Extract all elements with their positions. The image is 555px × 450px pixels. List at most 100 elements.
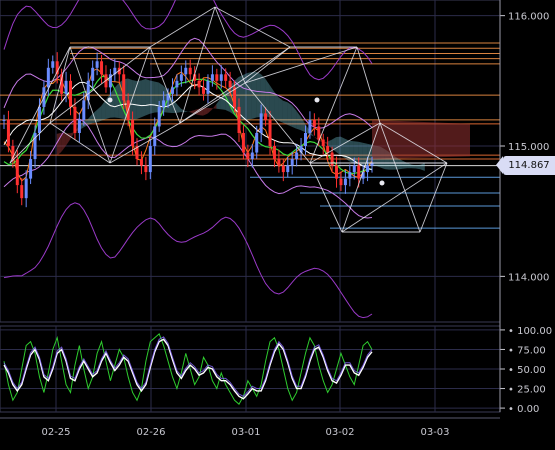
candle-body [348, 172, 352, 179]
cloud-segment [407, 162, 412, 169]
pattern-line [9, 122, 51, 164]
candle-body [272, 146, 276, 160]
pattern-line [214, 6, 291, 48]
ichimoku-cloud [56, 72, 470, 172]
candle-body [139, 159, 143, 166]
candle-body [335, 165, 339, 179]
pattern-dot [379, 180, 385, 186]
candle-body [206, 80, 210, 94]
candle-body [215, 74, 219, 81]
candle-body [228, 80, 232, 88]
pattern-dot [107, 97, 113, 103]
candle-body [219, 74, 223, 81]
cloud-segment [402, 160, 408, 169]
pattern-line [244, 46, 291, 84]
y-tick-label: • 75.00 [508, 345, 546, 356]
cloud-segment [176, 103, 181, 113]
cloud-segment [282, 100, 288, 125]
current-price-label: 114.867 [496, 156, 555, 175]
candle-body [51, 61, 55, 68]
candle-body [64, 80, 68, 94]
candle-body [290, 159, 294, 166]
candle-body [277, 159, 281, 166]
candle-body [179, 74, 183, 81]
candle-body [184, 67, 188, 75]
x-tick-label: 02-25 [41, 427, 70, 438]
cloud-segment [61, 132, 66, 153]
candle-body [312, 119, 316, 127]
y-tick-label: 114.000 [508, 272, 549, 283]
candle-body [366, 165, 370, 173]
cloud-segment [340, 136, 345, 159]
cloud-segment [291, 105, 297, 129]
cloud-segment [185, 111, 190, 113]
candle-body [241, 132, 245, 153]
cloud-segment [114, 83, 119, 119]
moving-average-orange [3, 68, 373, 182]
candle-body [95, 61, 99, 68]
candle-body [295, 152, 299, 160]
cloud-segment [278, 97, 283, 123]
candle-body [46, 67, 50, 88]
y-tick-label: 115.000 [508, 142, 549, 153]
cloud-segment [372, 119, 470, 160]
y-tick-label: • 25.00 [508, 385, 546, 396]
candle-body [15, 159, 19, 186]
pattern-line [179, 6, 216, 124]
cloud-segment [211, 104, 217, 110]
candle-body [250, 152, 254, 160]
y-tick-label: • 100.00 [508, 326, 552, 337]
candle-body [122, 74, 126, 101]
cloud-segment [203, 107, 208, 116]
candle-body [268, 119, 272, 147]
bollinger-upper [3, 37, 373, 129]
candle-body [237, 106, 241, 133]
cloud-segment [296, 110, 301, 131]
cloud-segment [141, 79, 146, 118]
pattern-line [419, 162, 448, 233]
candle-body [326, 146, 330, 153]
candle-body [29, 159, 33, 179]
candle-body [343, 178, 347, 186]
candle-body [197, 80, 201, 88]
cloud-segment [136, 80, 142, 120]
candle-body [77, 119, 81, 133]
candle-body [308, 119, 312, 133]
candle-body [153, 126, 157, 147]
candle-body [20, 185, 24, 199]
y-tick-label: • 50.00 [508, 365, 546, 376]
candle-body [82, 100, 86, 120]
candle-body [246, 152, 250, 160]
cloud-segment [415, 164, 421, 170]
cloud-segment [287, 102, 292, 127]
candle-body [6, 119, 10, 147]
cloud-segment [96, 106, 102, 123]
candle-body [131, 119, 135, 147]
candle-body [321, 139, 325, 147]
pattern-dot [314, 97, 320, 103]
candle-body [303, 132, 307, 147]
cloud-segment [207, 107, 212, 114]
candle-body [357, 165, 361, 179]
candle-body [100, 61, 104, 75]
x-tick-label: 03-02 [325, 427, 354, 438]
candle-body [330, 152, 334, 166]
candle-body [286, 165, 290, 173]
axes: 02-25 02-26 03-01 03-02 03-03 116.000 115.000 1… [0, 0, 552, 438]
candle-body [24, 178, 28, 199]
candle-body [352, 165, 356, 173]
candle-body [157, 106, 161, 127]
cloud-segment [420, 162, 425, 172]
pattern-line [149, 6, 216, 48]
candle-body [224, 74, 228, 81]
candle-body [281, 165, 285, 173]
y-tick-label: 116.000 [508, 12, 549, 23]
candle-body [339, 178, 343, 186]
chart: 02-25 02-26 03-01 03-02 03-03 116.000 115.000 1… [0, 0, 552, 438]
candle-body [175, 80, 179, 88]
candle-body [2, 119, 6, 121]
candle-body [170, 87, 174, 94]
x-tick-label: 02-26 [136, 427, 165, 438]
candle-body [188, 67, 192, 75]
candle-body [69, 80, 73, 107]
